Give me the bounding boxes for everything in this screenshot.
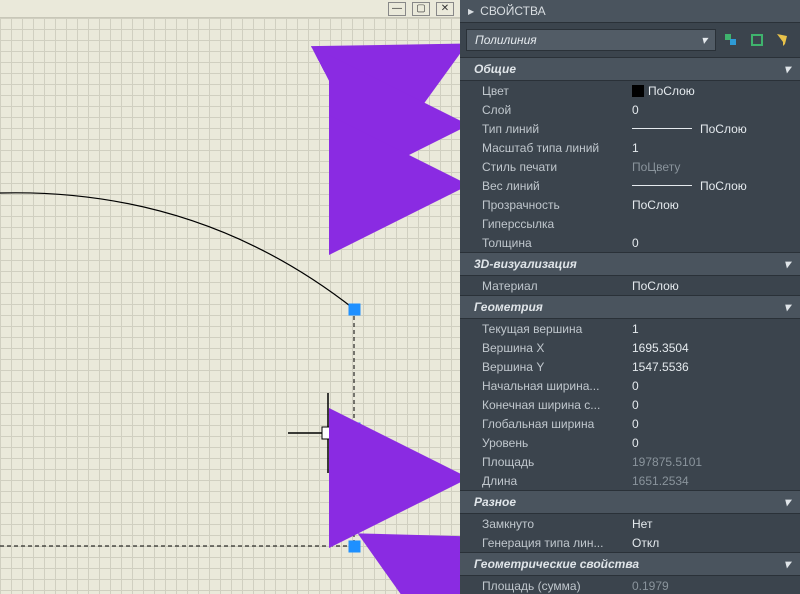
maximize-button[interactable]: ▢ [412,2,430,16]
prop-transparency-label: Прозрачность [482,198,632,212]
prop-curvertex-value[interactable]: 1 [632,321,800,337]
prop-lineweight-value[interactable]: ПоСлою [632,178,800,194]
prop-hyperlink-value[interactable] [632,216,800,232]
grip-midpoint[interactable] [349,423,360,434]
prop-ltscale-value[interactable]: 1 [632,140,800,156]
prop-closed-label: Замкнуто [482,517,632,531]
collapse-icon: ▾ [784,300,790,314]
collapse-icon: ▾ [784,257,790,271]
collapse-icon: ▾ [784,495,790,509]
object-selector-row: Полилиния ▾ [460,23,800,57]
prop-closed-value[interactable]: Нет [632,516,800,532]
properties-panel: ▶ СВОЙСТВА Полилиния ▾ Общие▾ Цвет ПоСло… [460,0,800,594]
close-button[interactable]: ✕ [436,2,454,16]
prop-globwidth-value[interactable]: 0 [632,416,800,432]
prop-vertexy-value[interactable]: 1547.5536 [632,359,800,375]
prop-elevation-value[interactable]: 0 [632,435,800,451]
section-general[interactable]: Общие▾ [460,57,800,81]
prop-areasum-value: 0.1979 [632,578,800,594]
prop-curvertex-label: Текущая вершина [482,322,632,336]
prop-endwidth-value[interactable]: 0 [632,397,800,413]
select-objects-button[interactable] [746,29,768,51]
prop-startwidth-label: Начальная ширина... [482,379,632,393]
prop-color-label: Цвет [482,84,632,98]
prop-material-value[interactable]: ПоСлою [632,278,800,294]
prop-length-value: 1651.2534 [632,473,800,489]
canvas-drawing [0,18,460,594]
prop-ltgen-value[interactable]: Откл [632,535,800,551]
prop-vertexy-label: Вершина Y [482,360,632,374]
prop-endwidth-label: Конечная ширина с... [482,398,632,412]
prop-material-label: Материал [482,279,632,293]
prop-transparency-value[interactable]: ПоСлою [632,197,800,213]
collapse-icon: ▾ [784,557,790,571]
section-geometry[interactable]: Геометрия▾ [460,295,800,319]
section-3dvis[interactable]: 3D-визуализация▾ [460,252,800,276]
prop-vertexx-value[interactable]: 1695.3504 [632,340,800,356]
prop-elevation-label: Уровень [482,436,632,450]
prop-hyperlink-label: Гиперссылка [482,217,632,231]
prop-thickness-value[interactable]: 0 [632,235,800,251]
prop-area-value: 197875.5101 [632,454,800,470]
prop-startwidth-value[interactable]: 0 [632,378,800,394]
prop-layer-label: Слой [482,103,632,117]
grip-vertex[interactable] [349,304,360,315]
object-type-selector[interactable]: Полилиния ▾ [466,29,716,51]
prop-color-value[interactable]: ПоСлою [632,83,800,99]
section-geomprops[interactable]: Геометрические свойства▾ [460,552,800,576]
collapse-icon: ▾ [784,62,790,76]
prop-linetype-label: Тип линий [482,122,632,136]
prop-vertexx-label: Вершина X [482,341,632,355]
quick-select-button[interactable] [772,29,794,51]
prop-ltscale-label: Масштаб типа линий [482,141,632,155]
grip-endpoint[interactable] [349,541,360,552]
panel-title: ▶ СВОЙСТВА [460,0,800,23]
prop-globwidth-label: Глобальная ширина [482,417,632,431]
prop-length-label: Длина [482,474,632,488]
chevron-down-icon: ▾ [701,33,707,47]
prop-lineweight-label: Вес линий [482,179,632,193]
section-misc[interactable]: Разное▾ [460,490,800,514]
prop-thickness-label: Толщина [482,236,632,250]
toggle-pickadd-button[interactable] [720,29,742,51]
prop-areasum-label: Площадь (сумма) [482,579,632,593]
prop-plotstyle-label: Стиль печати [482,160,632,174]
prop-plotstyle-value: ПоЦвету [632,159,800,175]
prop-ltgen-label: Генерация типа лин... [482,536,632,550]
drawing-canvas[interactable]: — ▢ ✕ [0,0,460,594]
chevron-right-icon: ▶ [468,7,474,16]
minimize-button[interactable]: — [388,2,406,16]
prop-linetype-value[interactable]: ПоСлою [632,121,800,137]
prop-area-label: Площадь [482,455,632,469]
window-controls: — ▢ ✕ [0,0,460,18]
prop-layer-value[interactable]: 0 [632,102,800,118]
